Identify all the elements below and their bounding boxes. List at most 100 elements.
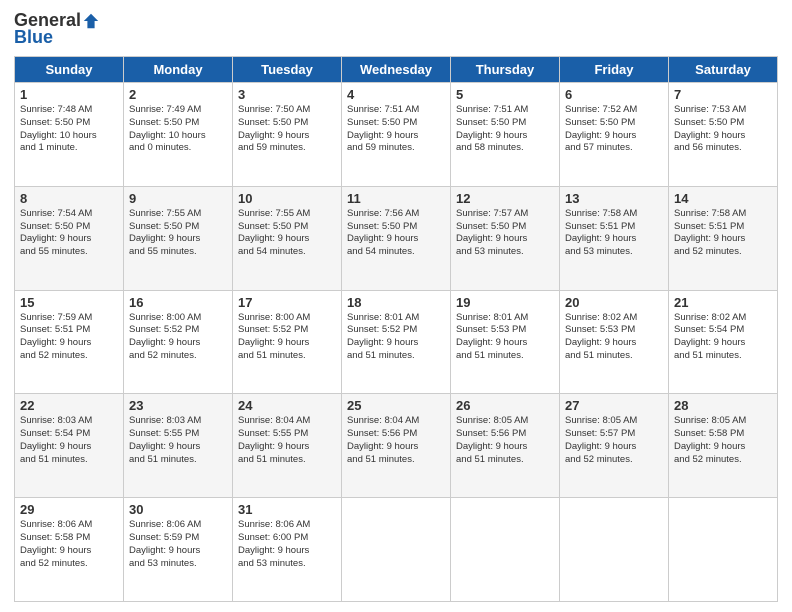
calendar-header-row: Sunday Monday Tuesday Wednesday Thursday… <box>15 57 778 83</box>
day-number: 28 <box>674 398 772 413</box>
day-number: 14 <box>674 191 772 206</box>
day-number: 17 <box>238 295 336 310</box>
table-row: 3Sunrise: 7:50 AMSunset: 5:50 PMDaylight… <box>233 83 342 187</box>
table-row: 4 Sunrise: 7:51 AMSunset: 5:50 PMDaylight… <box>342 83 451 187</box>
page-header: General Blue <box>14 10 778 48</box>
table-row: 27 Sunrise: 8:05 AMSunset: 5:57 PMDayligh… <box>560 394 669 498</box>
day-number: 15 <box>20 295 118 310</box>
day-number: 18 <box>347 295 445 310</box>
day-number: 8 <box>20 191 118 206</box>
table-row: 9 Sunrise: 7:55 AMSunset: 5:50 PMDaylight… <box>124 186 233 290</box>
table-row: 20 Sunrise: 8:02 AMSunset: 5:53 PMDayligh… <box>560 290 669 394</box>
day-info: Sunrise: 7:55 AMSunset: 5:50 PMDaylight:… <box>238 208 336 259</box>
table-row: 11 Sunrise: 7:56 AMSunset: 5:50 PMDayligh… <box>342 186 451 290</box>
day-number: 10 <box>238 191 336 206</box>
day-number: 11 <box>347 191 445 206</box>
day-info: Sunrise: 8:02 AMSunset: 5:53 PMDaylight:… <box>565 312 663 363</box>
day-info: Sunrise: 8:04 AMSunset: 5:56 PMDaylight:… <box>347 415 445 466</box>
day-info: Sunrise: 7:54 AMSunset: 5:50 PMDaylight:… <box>20 208 118 259</box>
day-info: Sunrise: 8:04 AMSunset: 5:55 PMDaylight:… <box>238 415 336 466</box>
day-number: 19 <box>456 295 554 310</box>
day-info: Sunrise: 8:00 AMSunset: 5:52 PMDaylight:… <box>238 312 336 363</box>
calendar-week-row: 22 Sunrise: 8:03 AMSunset: 5:54 PMDayligh… <box>15 394 778 498</box>
day-number: 27 <box>565 398 663 413</box>
day-number: 16 <box>129 295 227 310</box>
day-info: Sunrise: 8:06 AMSunset: 6:00 PMDaylight:… <box>238 519 336 570</box>
table-row: 7 Sunrise: 7:53 AMSunset: 5:50 PMDaylight… <box>669 83 778 187</box>
table-row: 18 Sunrise: 8:01 AMSunset: 5:52 PMDayligh… <box>342 290 451 394</box>
table-row: 12Sunrise: 7:57 AMSunset: 5:50 PMDayligh… <box>451 186 560 290</box>
table-row: 17 Sunrise: 8:00 AMSunset: 5:52 PMDayligh… <box>233 290 342 394</box>
col-sunday: Sunday <box>15 57 124 83</box>
logo-icon <box>82 12 100 30</box>
table-row: 24 Sunrise: 8:04 AMSunset: 5:55 PMDayligh… <box>233 394 342 498</box>
day-info: Sunrise: 7:56 AMSunset: 5:50 PMDaylight:… <box>347 208 445 259</box>
calendar-table: Sunday Monday Tuesday Wednesday Thursday… <box>14 56 778 602</box>
table-row: 26Sunrise: 8:05 AMSunset: 5:56 PMDayligh… <box>451 394 560 498</box>
day-info: Sunrise: 8:06 AMSunset: 5:59 PMDaylight:… <box>129 519 227 570</box>
day-number: 24 <box>238 398 336 413</box>
day-info: Sunrise: 8:05 AMSunset: 5:56 PMDaylight:… <box>456 415 554 466</box>
calendar-week-row: 15 Sunrise: 7:59 AMSunset: 5:51 PMDayligh… <box>15 290 778 394</box>
day-number: 30 <box>129 502 227 517</box>
day-number: 20 <box>565 295 663 310</box>
table-row: 21 Sunrise: 8:02 AMSunset: 5:54 PMDayligh… <box>669 290 778 394</box>
day-info: Sunrise: 8:02 AMSunset: 5:54 PMDaylight:… <box>674 312 772 363</box>
empty-cell <box>451 498 560 602</box>
day-number: 29 <box>20 502 118 517</box>
table-row: 28 Sunrise: 8:05 AMSunset: 5:58 PMDayligh… <box>669 394 778 498</box>
col-tuesday: Tuesday <box>233 57 342 83</box>
day-info: Sunrise: 7:51 AMSunset: 5:50 PMDaylight:… <box>347 104 445 155</box>
day-info: Sunrise: 7:48 AMSunset: 5:50 PMDaylight:… <box>20 104 118 155</box>
day-number: 2 <box>129 87 227 102</box>
empty-cell <box>669 498 778 602</box>
col-thursday: Thursday <box>451 57 560 83</box>
calendar-week-row: 8 Sunrise: 7:54 AMSunset: 5:50 PMDaylight… <box>15 186 778 290</box>
day-info: Sunrise: 8:00 AMSunset: 5:52 PMDaylight:… <box>129 312 227 363</box>
table-row: 5 Sunrise: 7:51 AMSunset: 5:50 PMDaylight… <box>451 83 560 187</box>
table-row: 15 Sunrise: 7:59 AMSunset: 5:51 PMDayligh… <box>15 290 124 394</box>
day-number: 9 <box>129 191 227 206</box>
day-info: Sunrise: 7:52 AMSunset: 5:50 PMDaylight:… <box>565 104 663 155</box>
table-row: 8 Sunrise: 7:54 AMSunset: 5:50 PMDaylight… <box>15 186 124 290</box>
table-row: 10 Sunrise: 7:55 AMSunset: 5:50 PMDayligh… <box>233 186 342 290</box>
table-row: 29 Sunrise: 8:06 AMSunset: 5:58 PMDayligh… <box>15 498 124 602</box>
day-number: 6 <box>565 87 663 102</box>
day-number: 7 <box>674 87 772 102</box>
day-info: Sunrise: 7:53 AMSunset: 5:50 PMDaylight:… <box>674 104 772 155</box>
logo: General Blue <box>14 10 100 48</box>
calendar-page: General Blue Sunday Monday Tuesday Wedne… <box>0 0 792 612</box>
col-monday: Monday <box>124 57 233 83</box>
day-number: 13 <box>565 191 663 206</box>
day-info: Sunrise: 7:58 AMSunset: 5:51 PMDaylight:… <box>565 208 663 259</box>
day-number: 23 <box>129 398 227 413</box>
table-row: 1Sunrise: 7:48 AMSunset: 5:50 PMDaylight… <box>15 83 124 187</box>
table-row: 25 Sunrise: 8:04 AMSunset: 5:56 PMDayligh… <box>342 394 451 498</box>
day-info: Sunrise: 7:49 AMSunset: 5:50 PMDaylight:… <box>129 104 227 155</box>
day-info: Sunrise: 8:05 AMSunset: 5:57 PMDaylight:… <box>565 415 663 466</box>
day-info: Sunrise: 8:06 AMSunset: 5:58 PMDaylight:… <box>20 519 118 570</box>
day-number: 31 <box>238 502 336 517</box>
day-info: Sunrise: 8:05 AMSunset: 5:58 PMDaylight:… <box>674 415 772 466</box>
table-row: 13 Sunrise: 7:58 AMSunset: 5:51 PMDayligh… <box>560 186 669 290</box>
day-info: Sunrise: 7:51 AMSunset: 5:50 PMDaylight:… <box>456 104 554 155</box>
day-number: 25 <box>347 398 445 413</box>
day-number: 22 <box>20 398 118 413</box>
table-row: 2 Sunrise: 7:49 AMSunset: 5:50 PMDaylight… <box>124 83 233 187</box>
day-info: Sunrise: 7:59 AMSunset: 5:51 PMDaylight:… <box>20 312 118 363</box>
table-row: 31 Sunrise: 8:06 AMSunset: 6:00 PMDayligh… <box>233 498 342 602</box>
empty-cell <box>560 498 669 602</box>
table-row: 16 Sunrise: 8:00 AMSunset: 5:52 PMDayligh… <box>124 290 233 394</box>
day-number: 5 <box>456 87 554 102</box>
calendar-week-row: 29 Sunrise: 8:06 AMSunset: 5:58 PMDayligh… <box>15 498 778 602</box>
table-row: 23Sunrise: 8:03 AMSunset: 5:55 PMDayligh… <box>124 394 233 498</box>
day-number: 12 <box>456 191 554 206</box>
empty-cell <box>342 498 451 602</box>
day-info: Sunrise: 7:55 AMSunset: 5:50 PMDaylight:… <box>129 208 227 259</box>
logo-blue: Blue <box>14 27 53 48</box>
day-info: Sunrise: 8:01 AMSunset: 5:52 PMDaylight:… <box>347 312 445 363</box>
day-number: 4 <box>347 87 445 102</box>
day-number: 21 <box>674 295 772 310</box>
day-info: Sunrise: 8:03 AMSunset: 5:54 PMDaylight:… <box>20 415 118 466</box>
day-info: Sunrise: 7:58 AMSunset: 5:51 PMDaylight:… <box>674 208 772 259</box>
